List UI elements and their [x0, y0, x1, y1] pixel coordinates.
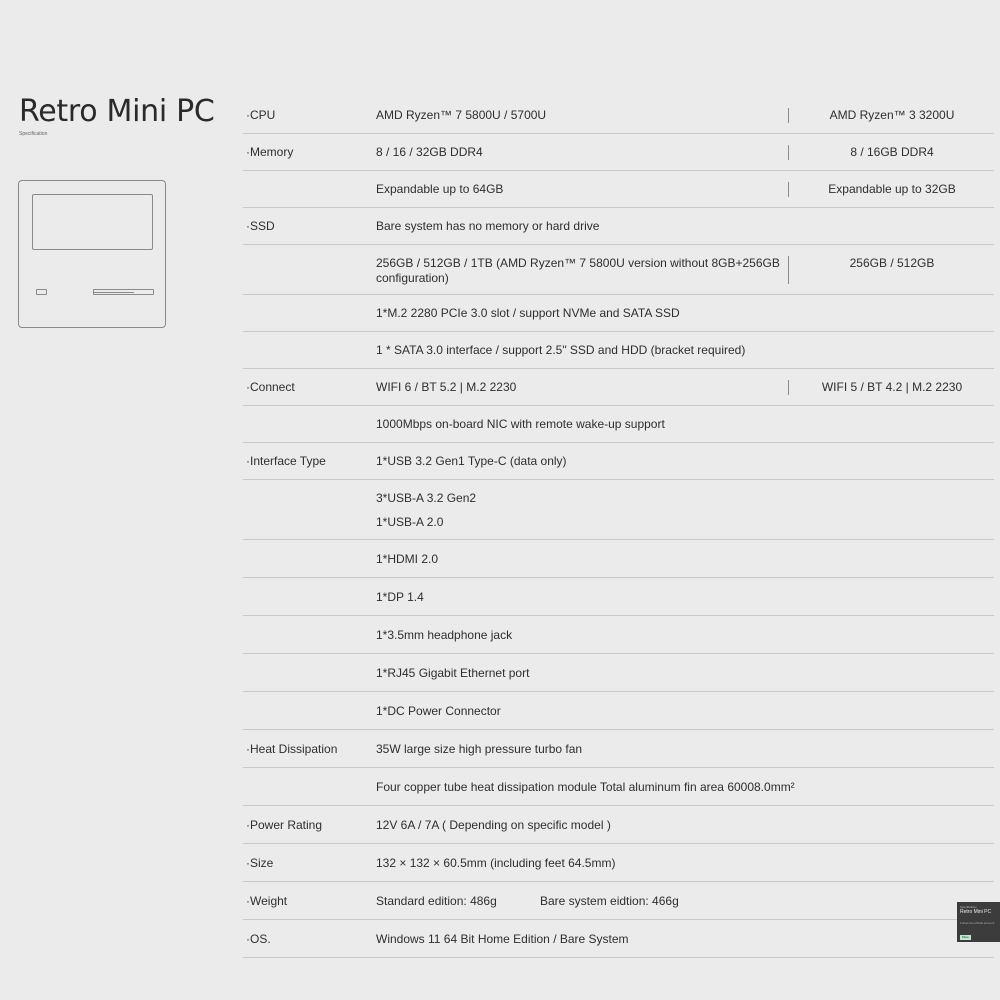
- spec-row-power: ·Power Rating 12V 6A / 7A ( Depending on…: [243, 806, 994, 844]
- spec-row-interface-rj45: 1*RJ45 Gigabit Ethernet port: [243, 654, 994, 692]
- spec-row-interface-audio: 1*3.5mm headphone jack: [243, 616, 994, 654]
- spec-value: Expandable up to 64GB: [376, 182, 504, 196]
- spec-value-line: 3*USB-A 3.2 Gen2: [376, 491, 477, 505]
- spec-value: 256GB / 512GB / 1TB (AMD Ryzen™ 7 5800U …: [376, 256, 780, 285]
- spec-row-memory: ·Memory 8 / 16 / 32GB DDR4 8 / 16GB DDR4: [243, 134, 994, 171]
- thumbnail-card[interactable]: Specification Retro Mini PC Follow the o…: [957, 902, 1000, 942]
- device-screen-outline: [32, 194, 153, 250]
- spec-value: 1*DC Power Connector: [376, 704, 501, 718]
- spec-value: 1*HDMI 2.0: [376, 552, 439, 566]
- spec-value-line: 1*USB-A 2.0: [376, 515, 444, 529]
- spec-value: 12V 6A / 7A ( Depending on specific mode…: [376, 818, 611, 832]
- page-subtitle: Specification: [19, 131, 48, 137]
- spec-value: Bare system has no memory or hard drive: [376, 219, 600, 233]
- thumbnail-badge[interactable]: More: [960, 935, 971, 940]
- spec-row-weight: ·Weight Standard edition: 486g Bare syst…: [243, 882, 994, 920]
- spec-row-connect: ·Connect WIFI 6 / BT 5.2 | M.2 2230 WIFI…: [243, 369, 994, 406]
- spec-value: AMD Ryzen™ 7 5800U / 5700U: [376, 108, 547, 122]
- spec-row-interface: ·Interface Type 1*USB 3.2 Gen1 Type-C (d…: [243, 443, 994, 480]
- spec-value: 8 / 16 / 32GB DDR4: [376, 145, 483, 159]
- spec-value: 1*USB 3.2 Gen1 Type-C (data only): [376, 454, 567, 468]
- spec-value-alt: WIFI 5 / BT 4.2 | M.2 2230: [788, 380, 995, 395]
- spec-value: 1*3.5mm headphone jack: [376, 628, 513, 642]
- spec-row-os: ·OS. Windows 11 64 Bit Home Edition / Ba…: [243, 920, 994, 958]
- spec-value-alt: Bare system eidtion: 466g: [540, 894, 679, 908]
- spec-row-interface-dc: 1*DC Power Connector: [243, 692, 994, 730]
- spec-value: 3*USB-A 3.2 Gen2 1*USB-A 2.0: [376, 491, 788, 530]
- device-power-button-outline: [36, 289, 47, 295]
- spec-label: ·Connect: [246, 380, 295, 394]
- spec-row-heat-module: Four copper tube heat dissipation module…: [243, 768, 994, 806]
- spec-value: 1*M.2 2280 PCIe 3.0 slot / support NVMe …: [376, 306, 680, 320]
- spec-value: 1*RJ45 Gigabit Ethernet port: [376, 666, 530, 680]
- spec-label: ·Power Rating: [246, 818, 323, 832]
- spec-row-heat: ·Heat Dissipation 35W large size high pr…: [243, 730, 994, 768]
- spec-value: 1*DP 1.4: [376, 590, 424, 604]
- spec-value: 132 × 132 × 60.5mm (including feet 64.5m…: [376, 856, 616, 870]
- spec-value-alt: Expandable up to 32GB: [788, 182, 995, 197]
- spec-label: ·Weight: [246, 894, 288, 908]
- spec-row-ssd-slot: 1*M.2 2280 PCIe 3.0 slot / support NVMe …: [243, 295, 994, 332]
- spec-value-alt: 8 / 16GB DDR4: [788, 145, 995, 160]
- spec-row-ssd-capacity: 256GB / 512GB / 1TB (AMD Ryzen™ 7 5800U …: [243, 245, 994, 295]
- spec-row-size: ·Size 132 × 132 × 60.5mm (including feet…: [243, 844, 994, 882]
- spec-label: ·CPU: [246, 108, 276, 122]
- thumbnail-title: Retro Mini PC: [960, 909, 992, 915]
- spec-label: ·Heat Dissipation: [246, 742, 338, 756]
- spec-value: 1000Mbps on-board NIC with remote wake-u…: [376, 417, 665, 431]
- spec-row-interface-hdmi: 1*HDMI 2.0: [243, 540, 994, 578]
- spec-row-memory-expand: Expandable up to 64GB Expandable up to 3…: [243, 171, 994, 208]
- spec-label: ·Interface Type: [246, 454, 326, 468]
- page-title: Retro Mini PC: [19, 94, 215, 129]
- spec-row-connect-nic: 1000Mbps on-board NIC with remote wake-u…: [243, 406, 994, 443]
- spec-table: ·CPU AMD Ryzen™ 7 5800U / 5700U AMD Ryze…: [243, 97, 994, 958]
- spec-row-interface-usba: 3*USB-A 3.2 Gen2 1*USB-A 2.0: [243, 480, 994, 540]
- spec-value: 1 * SATA 3.0 interface / support 2.5" SS…: [376, 343, 746, 357]
- thumbnail-note: Follow the official account: [960, 921, 995, 925]
- spec-label: ·Size: [246, 856, 274, 870]
- spec-row-ssd: ·SSD Bare system has no memory or hard d…: [243, 208, 994, 245]
- spec-value: WIFI 6 / BT 5.2 | M.2 2230: [376, 380, 517, 394]
- spec-label: ·SSD: [246, 219, 275, 233]
- device-slot-outline: [93, 289, 154, 295]
- spec-row-interface-dp: 1*DP 1.4: [243, 578, 994, 616]
- spec-value-alt: 256GB / 512GB: [788, 256, 995, 284]
- spec-label: ·Memory: [246, 145, 294, 159]
- spec-row-ssd-sata: 1 * SATA 3.0 interface / support 2.5" SS…: [243, 332, 994, 369]
- spec-value: Windows 11 64 Bit Home Edition / Bare Sy…: [376, 932, 629, 946]
- spec-value: Four copper tube heat dissipation module…: [376, 780, 795, 794]
- spec-label: ·OS.: [246, 932, 271, 946]
- spec-value-alt: AMD Ryzen™ 3 3200U: [788, 108, 995, 123]
- spec-row-cpu: ·CPU AMD Ryzen™ 7 5800U / 5700U AMD Ryze…: [243, 97, 994, 134]
- mini-pc-illustration: [18, 180, 166, 328]
- spec-value: 35W large size high pressure turbo fan: [376, 742, 583, 756]
